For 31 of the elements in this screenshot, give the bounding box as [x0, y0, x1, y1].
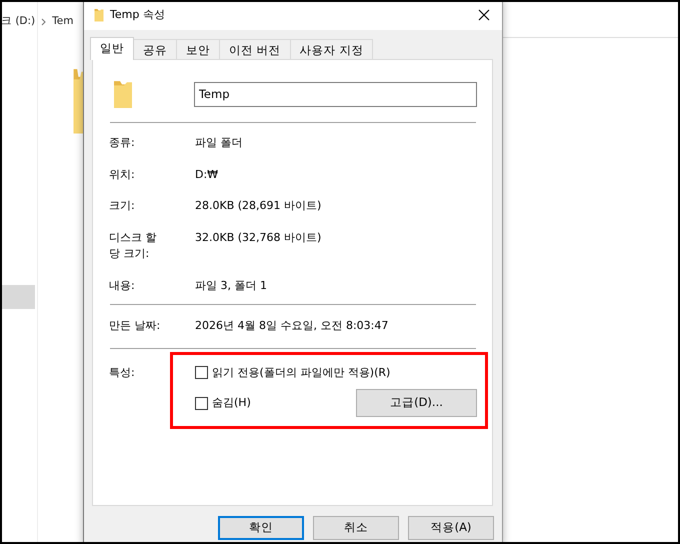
tab[interactable]: 일반 — [90, 37, 134, 60]
tab[interactable]: 공유 — [133, 39, 177, 59]
field-value: 32.0KB (32,768 바이트) — [195, 230, 322, 246]
checkbox[interactable]: 숨김(H) — [195, 394, 251, 412]
field-label: 만든 날짜: — [109, 318, 162, 334]
folder-icon — [113, 79, 133, 109]
field-label: 종류: — [109, 135, 136, 151]
tab[interactable]: 사용자 지정 — [290, 39, 374, 59]
field-label: 특성: — [109, 364, 136, 380]
field-label: 내용: — [109, 278, 136, 294]
tab[interactable]: 이전 버전 — [219, 39, 291, 59]
field-label: 크기: — [109, 198, 136, 214]
close-icon — [478, 8, 490, 21]
field-value: 파일 3, 폴더 1 — [195, 278, 267, 294]
folder-icon — [94, 8, 104, 22]
dialog-button[interactable]: 적용(A) — [408, 516, 494, 540]
field-value: D:₩ — [195, 166, 218, 182]
field-value: 파일 폴더 — [195, 135, 242, 151]
field-value: 28.0KB (28,691 바이트) — [195, 198, 322, 214]
chevron-icon — [41, 18, 46, 26]
field-label: 위치: — [109, 166, 136, 182]
checkbox[interactable]: 읽기 전용(폴더의 파일에만 적용)(R) — [195, 364, 390, 381]
dialog-button[interactable]: 취소 — [313, 516, 399, 540]
advanced-button[interactable]: 고급(D)... — [356, 389, 477, 417]
window-title: Temp 속성 — [110, 6, 165, 23]
field-value: 2026년 4월 8일 수요일, 오전 8:03:47 — [195, 318, 388, 334]
name-field[interactable]: Temp — [194, 82, 477, 106]
breadcrumb-item[interactable]: Tem — [52, 14, 74, 30]
dialog-button[interactable]: 확인 — [218, 516, 304, 540]
breadcrumb-item[interactable]: 크 (D:) — [2, 14, 36, 30]
field-label: 디스크 할 당 크기: — [109, 230, 158, 262]
